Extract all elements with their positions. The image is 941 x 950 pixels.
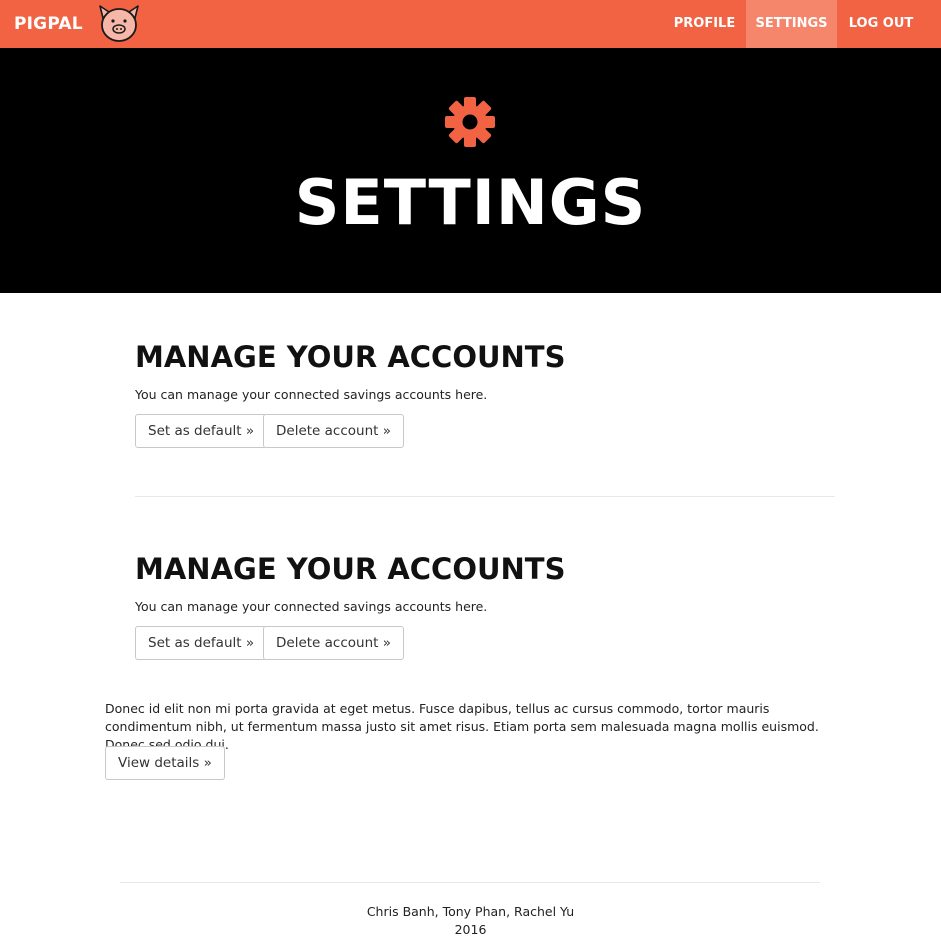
gear-icon <box>445 97 495 147</box>
section-description: You can manage your connected savings ac… <box>135 599 488 614</box>
nav-profile-link[interactable]: PROFILE <box>663 0 746 48</box>
page-title: SETTINGS <box>294 166 647 239</box>
footer-year: 2016 <box>454 922 487 937</box>
section-title: MANAGE YOUR ACCOUNTS <box>135 552 566 586</box>
footer-divider <box>120 882 820 883</box>
delete-account-button[interactable]: Delete account » <box>263 626 404 660</box>
set-default-button[interactable]: Set as default » <box>135 626 268 660</box>
section-divider <box>135 496 835 497</box>
top-navbar: PIGPAL PROFILE SETTINGS LOG OUT <box>0 0 941 48</box>
set-default-button[interactable]: Set as default » <box>135 414 268 448</box>
brand-name[interactable]: PIGPAL <box>14 0 83 48</box>
view-details-button[interactable]: View details » <box>105 746 225 780</box>
nav-settings-link[interactable]: SETTINGS <box>746 0 837 48</box>
settings-hero: SETTINGS <box>0 48 941 293</box>
footer-authors: Chris Banh, Tony Phan, Rachel Yu <box>366 904 575 919</box>
pig-face-icon[interactable] <box>92 2 146 44</box>
section-title: MANAGE YOUR ACCOUNTS <box>135 340 566 374</box>
section-description: You can manage your connected savings ac… <box>135 387 488 402</box>
nav-logout-link[interactable]: LOG OUT <box>837 0 925 48</box>
delete-account-button[interactable]: Delete account » <box>263 414 404 448</box>
